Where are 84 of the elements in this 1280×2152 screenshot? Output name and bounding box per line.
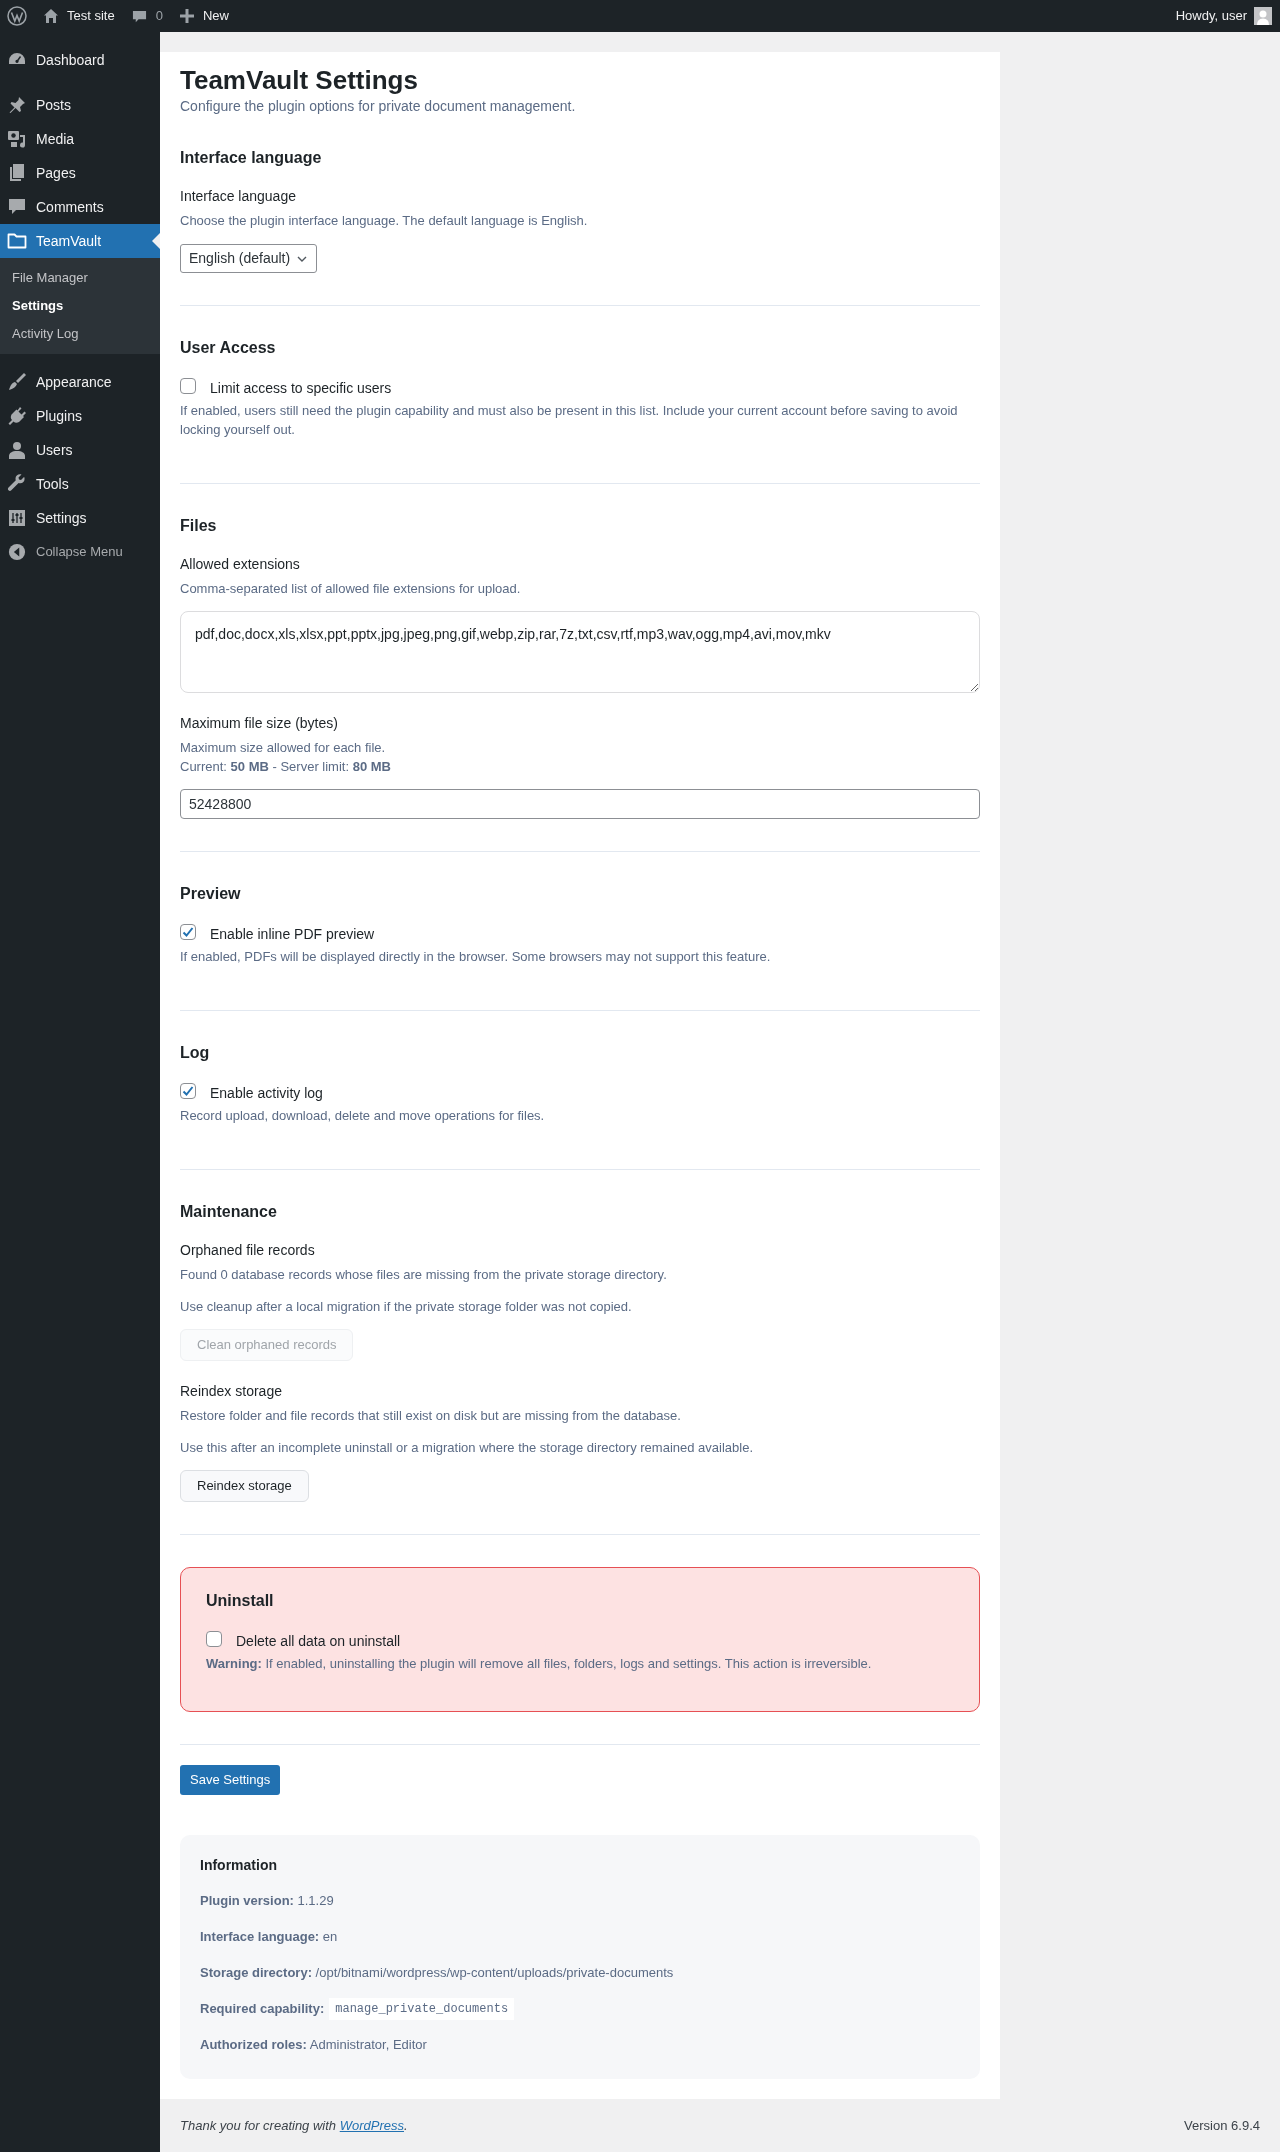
checkbox-label: Delete all data on uninstall — [236, 1631, 401, 1651]
plug-icon — [7, 406, 27, 426]
extensions-textarea[interactable]: pdf,doc,docx,xls,xlsx,ppt,pptx,jpg,jpeg,png,gif,webp,zip,rar,7z,txt,csv,rtf,mp3,wav,ogg,mp4,avi,mov,mkv — [180, 611, 980, 693]
comment-count[interactable]: 0 — [155, 6, 163, 26]
sidebar-item[interactable]: Pages — [0, 156, 160, 190]
sidebar-item[interactable]: Posts — [0, 88, 160, 122]
collapse-menu-button[interactable]: Collapse Menu — [0, 535, 160, 569]
field-description: Choose the plugin interface language. The default language is English. — [180, 212, 589, 230]
folder-icon — [7, 231, 27, 251]
sidebar-item[interactable]: Plugins — [0, 399, 160, 433]
capability-code: manage_private_documents — [329, 1998, 515, 2020]
media-icon — [7, 129, 27, 149]
avatar-icon — [1254, 7, 1272, 25]
field-description: Use cleanup after a local migration if the private storage folder was not copied. — [180, 1298, 633, 1316]
new-link[interactable]: New — [202, 6, 229, 26]
speech-bubble-icon — [131, 8, 147, 24]
checkbox[interactable] — [206, 1631, 222, 1647]
checkbox-label: Enable inline PDF preview — [210, 924, 375, 944]
submenu-item[interactable]: Activity Log — [0, 320, 160, 348]
sidebar-item[interactable]: Appearance — [0, 365, 160, 399]
sidebar-item[interactable]: Comments — [0, 190, 160, 224]
page-subtitle: Configure the plugin options for private document management. — [180, 97, 577, 116]
wordpress-link[interactable]: WordPress — [339, 2118, 404, 2133]
field-description: Found 0 database records whose files are missing from the private storage directory. — [180, 1266, 668, 1284]
sliders-icon — [7, 508, 27, 528]
checkbox[interactable] — [180, 378, 196, 394]
sidebar-item[interactable]: Users — [0, 433, 160, 467]
field-label: Maximum file size (bytes) — [180, 714, 339, 733]
checkbox-label: Enable activity log — [210, 1083, 323, 1103]
sidebar-item[interactable]: Dashboard — [0, 43, 160, 77]
greeting-link[interactable]: Howdy, user — [1175, 6, 1247, 26]
field-description: Warning: If enabled, uninstalling the plugin will remove all files, folders, logs and settings. This action is irreversible. — [206, 1655, 873, 1673]
field-description: Use this after an incomplete uninstall or a migration where the storage directory remained available. — [180, 1439, 754, 1457]
checkbox[interactable] — [180, 924, 196, 940]
field-description: Maximum size allowed for each file. — [180, 739, 387, 757]
info-heading: Information — [200, 1856, 278, 1875]
section-heading: Files — [180, 516, 218, 536]
field-description: Comma-separated list of allowed file extensions for upload. — [180, 580, 522, 598]
checkbox[interactable] — [180, 1083, 196, 1099]
file-size-input[interactable]: 52428800 — [180, 789, 980, 819]
sidebar-item[interactable]: TeamVault — [0, 224, 160, 258]
section-heading: Preview — [180, 884, 242, 904]
submenu-item[interactable]: Settings — [0, 292, 160, 320]
field-label: Interface language — [180, 187, 297, 206]
info-label: Required capability: — [200, 2000, 325, 2019]
action-button[interactable]: Reindex storage — [180, 1470, 309, 1502]
page-title: TeamVault Settings — [180, 64, 419, 96]
plus-icon — [179, 9, 194, 23]
field-description: If enabled, PDFs will be displayed directly in the browser. Some browsers may not support this feature. — [180, 948, 772, 966]
info-row-text: Storage directory: /opt/bitnami/wordpress/wp-content/uploads/private-documents — [200, 1964, 675, 1982]
field-label: Allowed extensions — [180, 555, 301, 574]
logo-icon — [7, 6, 27, 26]
save-settings-button[interactable]: Save Settings — [180, 1765, 281, 1795]
collapse-icon — [8, 543, 26, 561]
wrench-icon — [7, 474, 27, 494]
pages-icon — [7, 163, 27, 183]
field-description: Record upload, download, delete and move operations for files. — [180, 1107, 546, 1125]
info-row-text: Plugin version: 1.1.29 — [200, 1892, 335, 1910]
section-heading: Uninstall — [206, 1591, 275, 1611]
brush-icon — [7, 372, 27, 392]
info-row-text: Interface language: en — [200, 1928, 339, 1946]
field-description: Current: 50 MB - Server limit: 80 MB — [180, 758, 392, 776]
language-dropdown[interactable]: English (default) — [180, 244, 318, 273]
section-heading: Log — [180, 1043, 211, 1063]
info-row-text: Authorized roles: Administrator, Editor — [200, 2036, 428, 2054]
field-label: Reindex storage — [180, 1382, 283, 1401]
section-heading: User Access — [180, 338, 277, 358]
sidebar-item[interactable]: Settings — [0, 501, 160, 535]
sidebar-item[interactable]: Media — [0, 122, 160, 156]
version-text: Version 6.9.4 — [1184, 2117, 1260, 2135]
sidebar-item[interactable]: Tools — [0, 467, 160, 501]
footer-text: Thank you for creating with WordPress. — [180, 2117, 408, 2135]
section-heading: Maintenance — [180, 1202, 278, 1222]
field-label: Orphaned file records — [180, 1241, 316, 1260]
site-link[interactable]: Test site — [67, 6, 115, 26]
speech-bubble-icon — [7, 197, 27, 217]
submenu-item[interactable]: File Manager — [0, 264, 160, 292]
field-description: If enabled, users still need the plugin capability and must also be present in this list. Include your current account before saving to avoid locking yourself out. — [180, 402, 959, 439]
pushpin-icon — [7, 95, 27, 115]
user-icon — [7, 440, 27, 460]
home-icon — [43, 8, 59, 24]
section-heading: Interface language — [180, 148, 323, 168]
field-description: Restore folder and file records that still exist on disk but are missing from the database. — [180, 1407, 682, 1425]
checkbox-label: Limit access to specific users — [210, 378, 392, 398]
